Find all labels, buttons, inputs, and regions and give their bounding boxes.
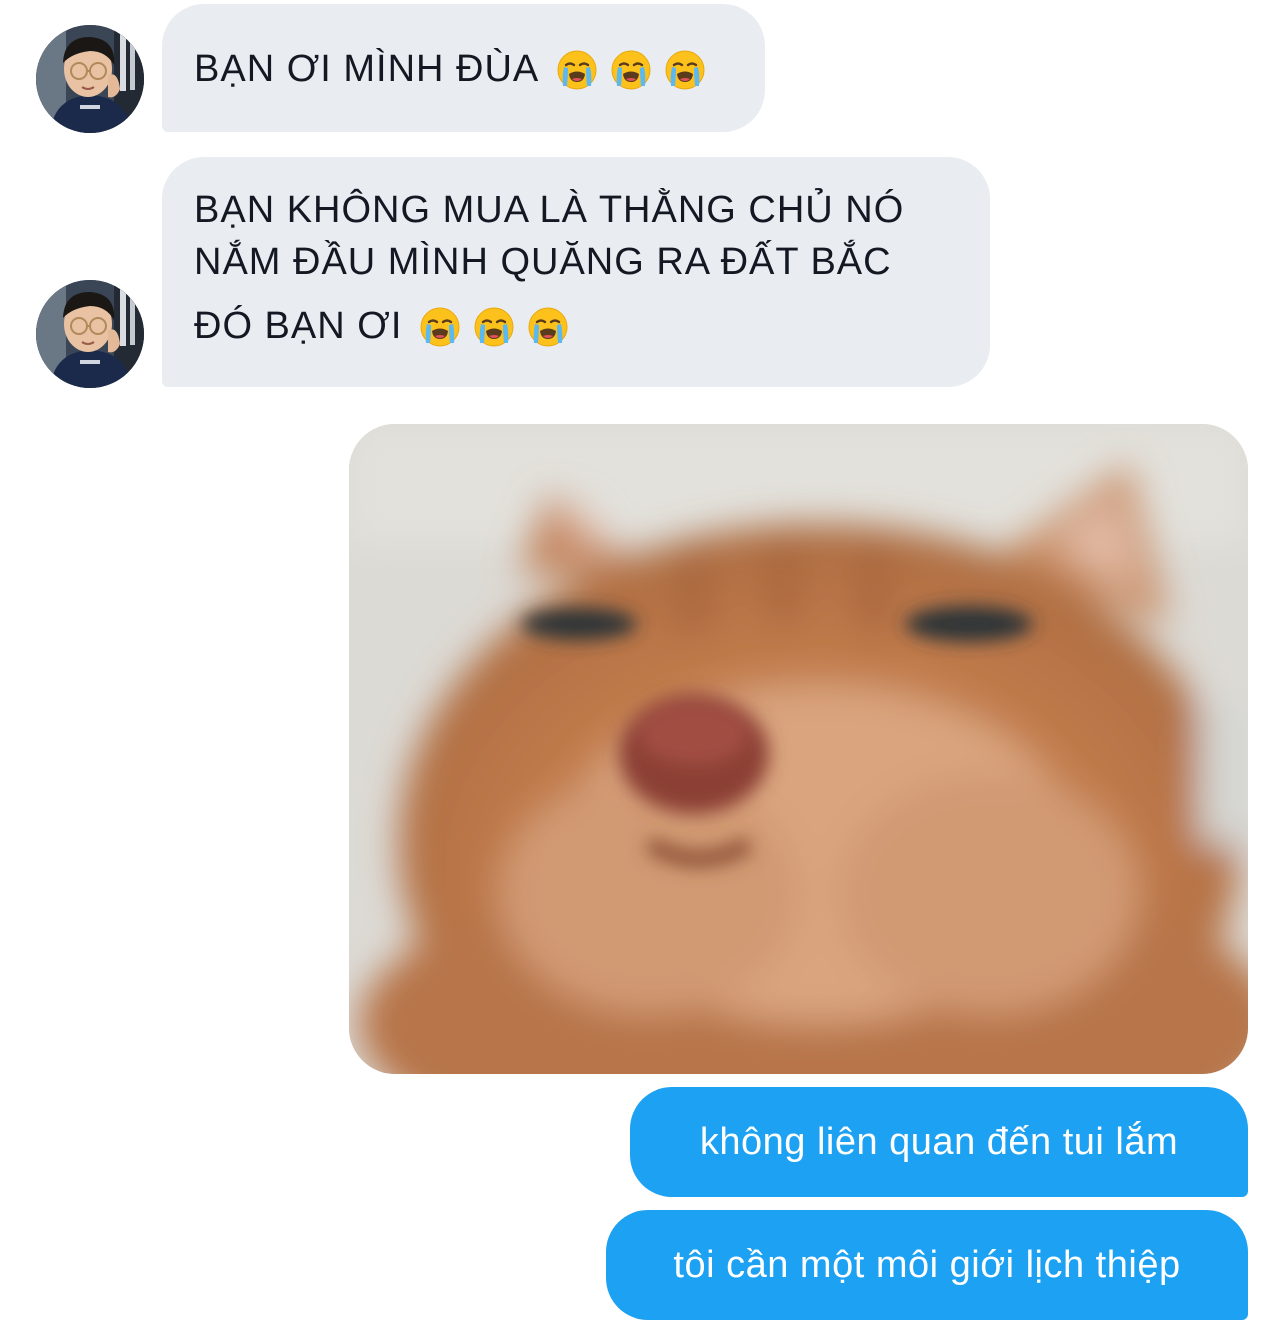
avatar[interactable] — [36, 280, 144, 388]
crying-face-emoji-icon — [474, 307, 514, 347]
message-line: BẠN KHÔNG MUA LÀ THẰNG CHỦ NÓ — [194, 189, 904, 232]
message-text: không liên quan đến tui lắm — [699, 1120, 1179, 1163]
message-text: NẮM ĐẦU MÌNH QUĂNG RA ĐẤT BẮC — [194, 241, 892, 283]
crying-face-emoji-icon — [528, 307, 568, 347]
crying-face-emoji-icon — [557, 50, 597, 90]
sent-message-bubble: tôi cần một môi giới lịch thiệp — [606, 1210, 1248, 1320]
crying-face-emoji-icon — [420, 307, 460, 347]
message-line: NẮM ĐẦU MÌNH QUĂNG RA ĐẤT BẮC — [194, 241, 892, 284]
message-line: BẠN ƠI MÌNH ĐÙA — [194, 48, 705, 91]
received-message-bubble: BẠN ƠI MÌNH ĐÙA — [162, 4, 765, 132]
message-text: BẠN ƠI MÌNH ĐÙA — [194, 48, 540, 90]
received-message-bubble: BẠN KHÔNG MUA LÀ THẰNG CHỦ NÓ NẮM ĐẦU MÌ… — [162, 157, 990, 387]
crying-face-emoji-icon — [611, 50, 651, 90]
sent-message-bubble: không liên quan đến tui lắm — [630, 1087, 1248, 1197]
crying-face-emoji-icon — [665, 50, 705, 90]
message-text: BẠN KHÔNG MUA LÀ THẰNG CHỦ NÓ — [194, 189, 905, 231]
sent-cat-photo[interactable] — [349, 424, 1248, 1074]
message-line: ĐÓ BẠN ƠI — [194, 305, 568, 348]
message-text: ĐÓ BẠN ƠI — [194, 305, 403, 347]
message-text: tôi cần một môi giới lịch thiệp — [673, 1243, 1181, 1286]
avatar[interactable] — [36, 25, 144, 133]
